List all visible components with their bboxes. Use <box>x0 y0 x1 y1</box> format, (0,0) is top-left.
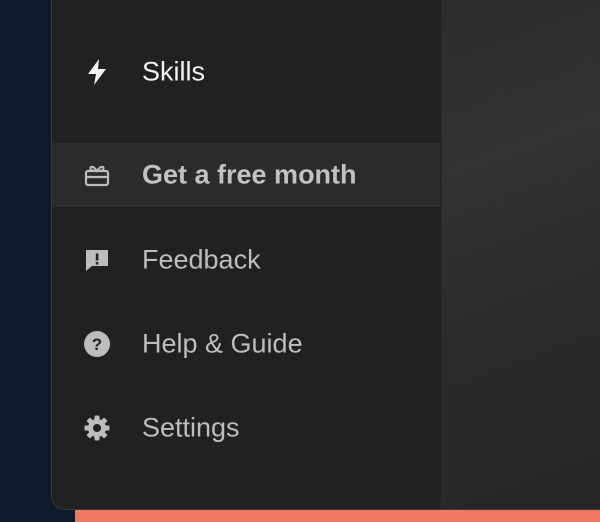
svg-text:?: ? <box>92 335 102 354</box>
menu-item-label: Settings <box>142 412 240 443</box>
menu-item-settings[interactable]: Settings <box>52 396 440 460</box>
menu-item-label: Get a free month <box>142 159 357 190</box>
menu-item-help-guide[interactable]: ? Help & Guide <box>52 312 440 376</box>
menu-item-label: Feedback <box>142 244 261 275</box>
content-area <box>442 0 600 509</box>
lightning-bolt-icon <box>80 55 114 89</box>
menu-item-feedback[interactable]: Feedback <box>52 228 440 292</box>
menu-item-label: Help & Guide <box>142 328 303 359</box>
feedback-icon <box>80 243 114 277</box>
menu-item-label: Skills <box>142 56 206 87</box>
side-menu: Skills Get a free month Feedback ? Help … <box>52 0 442 509</box>
menu-item-skills[interactable]: Skills <box>52 40 440 104</box>
gear-icon <box>80 411 114 445</box>
menu-item-get-free-month[interactable]: Get a free month <box>52 143 440 207</box>
app-window: Skills Get a free month Feedback ? Help … <box>0 0 600 522</box>
menu-panel: Skills Get a free month Feedback ? Help … <box>51 0 600 510</box>
help-icon: ? <box>80 327 114 361</box>
gift-icon <box>80 158 114 192</box>
